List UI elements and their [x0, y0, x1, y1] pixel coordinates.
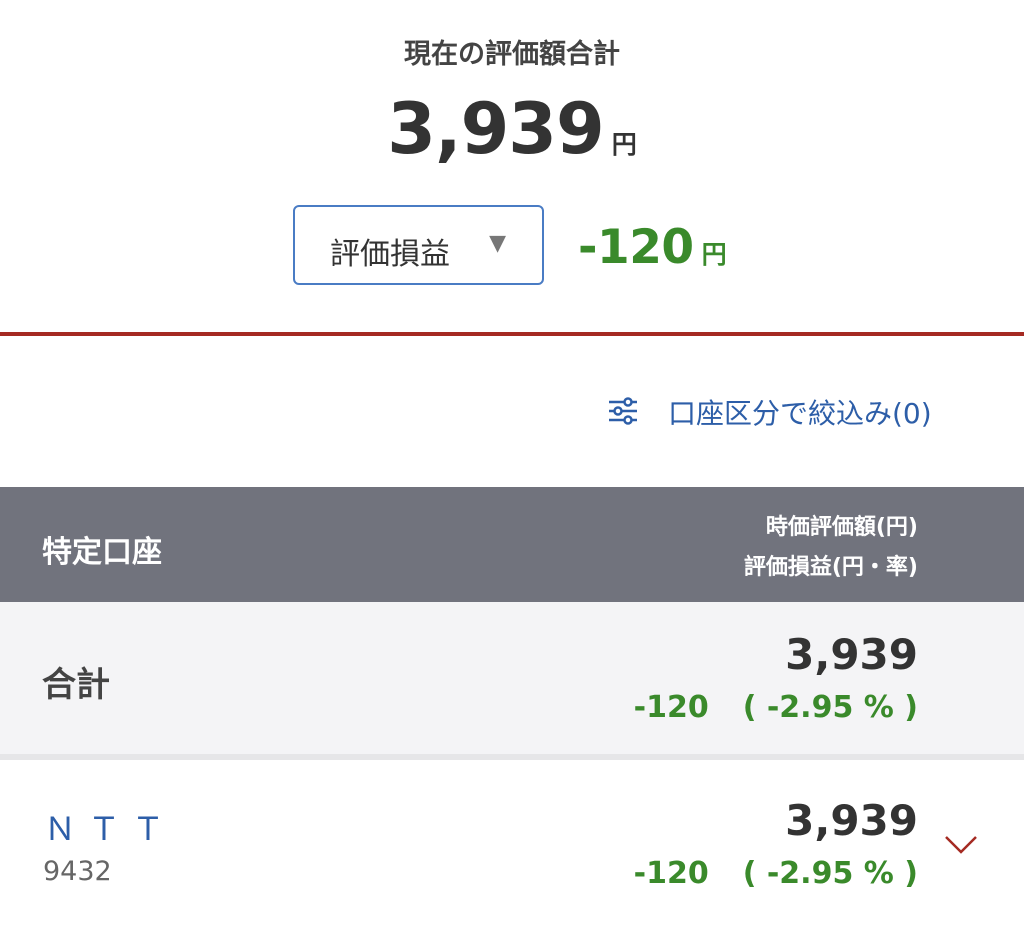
holdings-table-header: 特定口座 時価評価額(円) 評価損益(円・率) [0, 487, 1024, 602]
total-row-pl-amount: -120 [633, 690, 709, 725]
dropdown-arrow-icon: ▼ [489, 231, 506, 256]
stock-pl-rate: ( -2.95 % ) [742, 856, 918, 891]
holdings-total-row: 合計 3,939 -120 ( -2.95 % ) [0, 602, 1024, 754]
total-row-amount: 3,939 [785, 630, 918, 679]
display-mode-select-label: 評価損益 [330, 237, 450, 272]
stock-name-link[interactable]: ＮＴＴ [44, 804, 176, 850]
stock-pl-amount: -120 [633, 856, 709, 891]
valuation-summary: 現在の評価額合計 3,939 円 評価損益 ▼ -120 円 [0, 0, 1024, 332]
total-valuation-unit: 円 [611, 130, 637, 159]
total-row-profit-loss: -120 ( -2.95 % ) [634, 690, 918, 725]
summary-divider [0, 332, 1024, 336]
market-value-column-header: 時価評価額(円) [765, 515, 918, 540]
profit-loss-column-header: 評価損益(円・率) [743, 555, 918, 580]
summary-title: 現在の評価額合計 [404, 39, 620, 70]
total-valuation: 3,939 円 [0, 88, 1024, 170]
display-mode-select[interactable]: 評価損益 ▼ [293, 205, 544, 285]
total-row-pl-rate: ( -2.95 % ) [742, 690, 918, 725]
chevron-down-icon[interactable] [944, 834, 978, 856]
holding-row-ntt[interactable]: ＮＴＴ 9432 3,939 -120 ( -2.95 % ) [0, 760, 1024, 940]
total-row-label: 合計 [42, 665, 110, 705]
stock-profit-loss: -120 ( -2.95 % ) [634, 856, 918, 891]
summary-profit-loss-unit: 円 [701, 240, 727, 269]
summary-profit-loss: -120 円 [578, 220, 727, 275]
stock-code: 9432 [43, 856, 112, 887]
sliders-icon [609, 397, 637, 425]
account-type-label: 特定口座 [42, 535, 162, 570]
total-valuation-amount: 3,939 [387, 88, 604, 170]
summary-profit-loss-amount: -120 [578, 220, 694, 275]
stock-market-value: 3,939 [785, 796, 918, 845]
account-filter-label: 口座区分で絞込み(0) [668, 397, 932, 430]
